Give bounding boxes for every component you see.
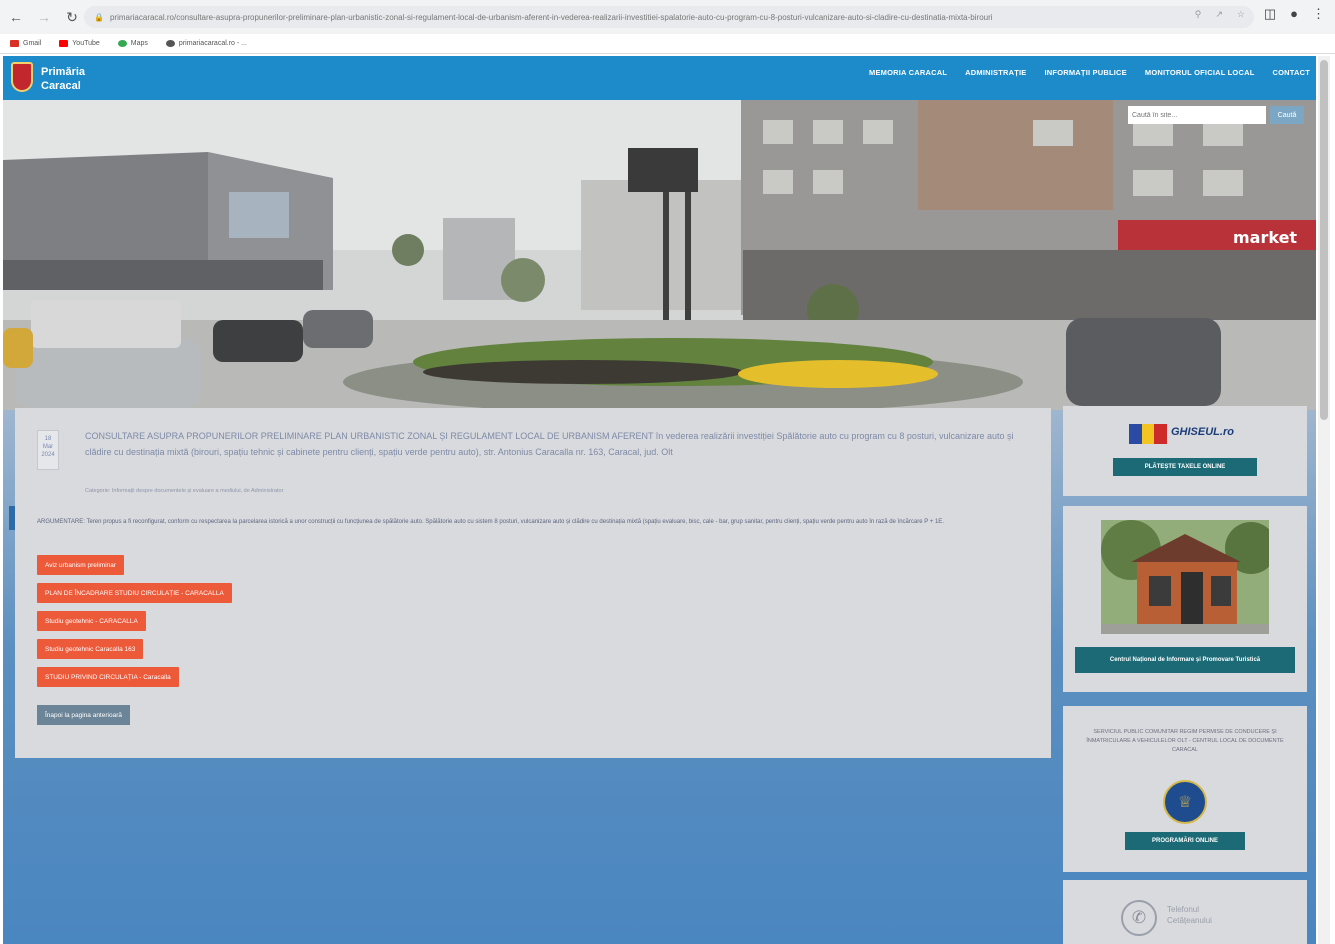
maps-icon	[117, 40, 127, 47]
lock-icon: 🔒	[94, 12, 104, 22]
main-nav: MEMORIA CARACAL ADMINISTRAȚIE INFORMAȚII…	[869, 68, 1310, 77]
ghiseul-logo[interactable]: GHISEUL.ro	[1171, 426, 1234, 438]
street-photo: market	[3, 100, 1316, 410]
menu-icon[interactable]: ⋮	[1312, 6, 1325, 22]
ghiseul-card: GHISEUL.ro PLĂTEȘTE TAXELE ONLINE	[1063, 406, 1307, 496]
article-body: ARGUMENTARE: Teren propus a fi reconfigu…	[37, 519, 944, 525]
date-month: Mar	[42, 444, 54, 450]
search-input[interactable]	[1128, 106, 1266, 124]
tourism-building-image	[1101, 520, 1269, 634]
bookmark-gmail[interactable]: Gmail	[10, 40, 41, 47]
bookmark-label: Maps	[130, 40, 148, 47]
share-icon[interactable]: ↗	[1215, 9, 1223, 20]
address-bar[interactable]: 🔒 primariacaracal.ro/consultare-asupra-p…	[84, 6, 1254, 28]
phone-icon: ✆	[1121, 900, 1157, 936]
article-title: CONSULTARE ASUPRA PROPUNERILOR PRELIMINA…	[85, 428, 1035, 460]
nav-item-contact[interactable]: CONTACT	[1272, 68, 1310, 77]
bookmark-maps[interactable]: Maps	[117, 40, 148, 47]
article-meta: Categorie: Informații despre documentele…	[85, 488, 284, 494]
page-scrollbar[interactable]	[1318, 56, 1330, 944]
bookmark-youtube[interactable]: YouTube	[59, 40, 100, 47]
reload-icon[interactable]: ↻	[60, 5, 84, 29]
bookmark-star-icon[interactable]: ☆	[1237, 9, 1245, 20]
bookmark-label: primariacaracal.ro - ...	[178, 40, 247, 47]
search-bar: Caută	[1128, 106, 1304, 124]
bookmark-site[interactable]: primariacaracal.ro - ...	[165, 40, 247, 47]
city-crest-icon[interactable]	[11, 62, 33, 92]
phone-line2: Cetățeanului	[1167, 916, 1212, 925]
coat-of-arms-icon: ♕	[1163, 780, 1207, 824]
url-text: primariacaracal.ro/consultare-asupra-pro…	[109, 12, 993, 22]
nav-item-administratie[interactable]: ADMINISTRAȚIE	[965, 68, 1026, 77]
market-sign: market	[1233, 228, 1297, 247]
title-main: CONSULTARE ASUPRA PROPUNERILOR PRELIMINA…	[85, 431, 654, 441]
citizen-phone-label: Telefonul Cetățeanului	[1167, 904, 1212, 926]
doc-button-studiu-geotehnic[interactable]: Studiu geotehnic - CARACALLA	[37, 611, 146, 631]
date-day: 18	[44, 436, 52, 442]
tourism-card: Centrul Național de Informare și Promova…	[1063, 506, 1307, 692]
site-favicon-icon	[165, 40, 175, 47]
nav-item-monitorul[interactable]: MONITORUL OFICIAL LOCAL	[1145, 68, 1255, 77]
search-button[interactable]: Caută	[1270, 106, 1304, 124]
bookmark-label: YouTube	[72, 40, 100, 47]
doc-button-aviz[interactable]: Aviz urbanism preliminar	[37, 555, 125, 575]
profile-icon[interactable]: ●	[1290, 6, 1298, 22]
service-description: SERVICIUL PUBLIC COMUNITAR REGIM PERMISE…	[1086, 729, 1284, 753]
scrollbar-thumb[interactable]	[1320, 60, 1328, 420]
doc-button-studiu-geotehnic-163[interactable]: Studiu geotehnic Caracalla 163	[37, 639, 144, 659]
browser-toolbar: ← → ↻ 🔒 primariacaracal.ro/consultare-as…	[0, 0, 1335, 34]
tourism-center-photo[interactable]	[1101, 520, 1269, 634]
driving-permits-card: SERVICIUL PUBLIC COMUNITAR REGIM PERMISE…	[1063, 706, 1307, 872]
bookmarks-bar: Gmail YouTube Maps primariacaracal.ro - …	[0, 34, 1335, 54]
pay-taxes-button[interactable]: PLĂTEȘTE TAXELE ONLINE	[1113, 458, 1257, 476]
tourism-center-button[interactable]: Centrul Național de Informare și Promova…	[1075, 647, 1295, 673]
hero-image: market Caută	[3, 100, 1316, 410]
site-header: Primăria Caracal MEMORIA CARACAL ADMINIS…	[3, 56, 1316, 100]
doc-button-plan-incadrare[interactable]: PLAN DE ÎNCADRARE STUDIU CIRCULAȚIE - CA…	[37, 583, 232, 603]
doc-button-studiu-circulatie[interactable]: STUDIU PRIVIND CIRCULAȚIA - Caracalla	[37, 667, 179, 687]
date-year: 2024	[41, 452, 55, 458]
phone-line1: Telefonul	[1167, 905, 1200, 914]
brand-line2: Caracal	[41, 80, 81, 92]
sidepanel-icon[interactable]: ◫	[1264, 6, 1276, 22]
romania-flag-icon	[1129, 424, 1168, 444]
back-button[interactable]: Înapoi la pagina anterioară	[37, 705, 130, 725]
article-panel: 18 Mar 2024 CONSULTARE ASUPRA PROPUNERIL…	[15, 408, 1051, 758]
online-appointments-button[interactable]: PROGRAMĂRI ONLINE	[1125, 832, 1245, 850]
zoom-icon[interactable]: ⚲	[1195, 9, 1202, 20]
bookmark-label: Gmail	[23, 40, 42, 47]
brand-line1: Primăria	[41, 66, 86, 78]
back-icon[interactable]: ←	[4, 5, 28, 29]
date-badge: 18 Mar 2024	[37, 430, 59, 470]
youtube-icon	[59, 40, 69, 47]
site-brand[interactable]: Primăria Caracal	[41, 65, 85, 93]
nav-item-memoria[interactable]: MEMORIA CARACAL	[869, 68, 947, 77]
gmail-icon	[10, 40, 19, 47]
nav-item-informatii[interactable]: INFORMAȚII PUBLICE	[1045, 68, 1127, 77]
citizen-phone-card[interactable]: ✆ Telefonul Cetățeanului	[1063, 880, 1307, 944]
forward-icon[interactable]: →	[32, 5, 56, 29]
